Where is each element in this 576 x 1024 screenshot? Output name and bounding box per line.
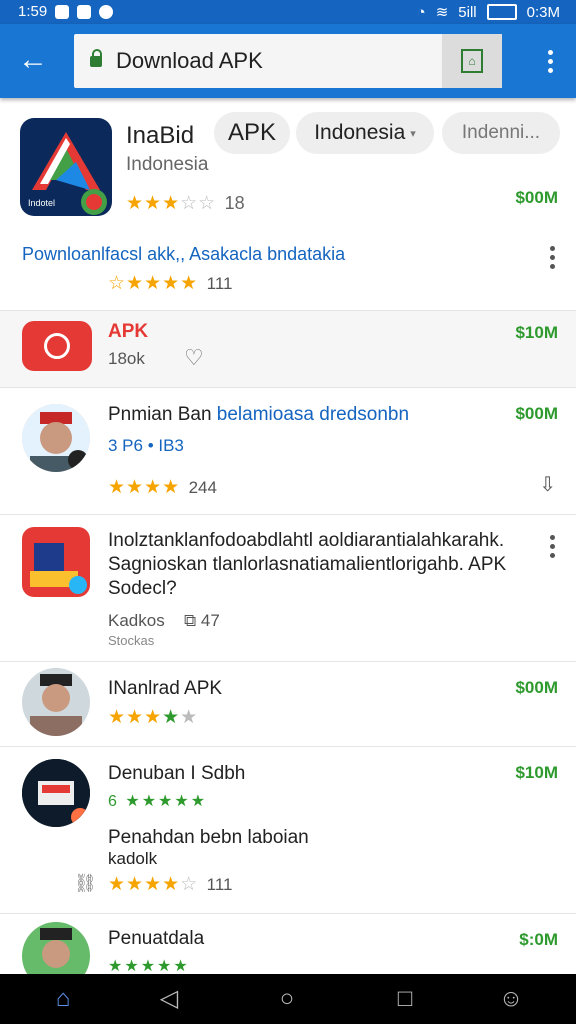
svg-text:Indotel: Indotel bbox=[28, 198, 55, 208]
chevron-down-icon: ▾ bbox=[410, 127, 416, 140]
avatar-image bbox=[22, 922, 90, 974]
rating-stars: ★★★★☆ bbox=[108, 874, 199, 895]
item-count: ⧉ 47 bbox=[184, 611, 220, 631]
app-subtitle: Indonesia bbox=[126, 154, 209, 175]
bookmark-icon: ⌂ bbox=[461, 49, 483, 73]
item-title: Penuatdala bbox=[108, 928, 205, 949]
share-icon: ⧉ bbox=[184, 611, 197, 630]
item-title: Inolztanklanfodoabdlahtl aoldiarantialah… bbox=[108, 530, 507, 599]
profile-icon[interactable]: ☺ bbox=[496, 984, 526, 1014]
item-price[interactable]: $00M bbox=[515, 678, 558, 698]
list-item[interactable]: Penuatdala ★★★★★ $:0M bbox=[0, 914, 576, 974]
back-arrow-icon[interactable]: ← bbox=[18, 45, 48, 75]
app-logo-icon bbox=[30, 543, 87, 594]
battery-time: 0:3M bbox=[526, 3, 560, 21]
bookmark-button[interactable]: ⌂ bbox=[442, 34, 502, 88]
more-vert-icon[interactable] bbox=[548, 50, 554, 77]
item-title-main: Pnmian Ban bbox=[108, 404, 212, 425]
item-title: Denuban I Sdbh bbox=[108, 763, 246, 784]
item-count-value: 47 bbox=[200, 611, 220, 630]
highlight-title: APK bbox=[108, 321, 149, 342]
avatar-image bbox=[22, 404, 90, 472]
rating-count: 244 bbox=[188, 478, 217, 497]
circle-home-icon[interactable]: ○ bbox=[272, 984, 302, 1014]
list-item[interactable]: INanlrad APK ★★★★★ $00M bbox=[0, 662, 576, 747]
app-icon[interactable]: Indotel bbox=[20, 118, 112, 216]
app-price[interactable]: $00M bbox=[515, 188, 558, 208]
bottom-nav-bar: ⌂ ◁ ○ □ ☺ bbox=[0, 974, 576, 1024]
rating-stars: ★★★★ bbox=[108, 477, 181, 498]
link-icon[interactable]: ⛓ bbox=[74, 873, 97, 894]
promo-title[interactable]: Pownloanlfacsl akk,, Asakacla bndatakia bbox=[22, 244, 345, 265]
item-meta: 3 P6 • IB3 bbox=[108, 436, 184, 455]
rating-stars: ★★★☆☆ bbox=[126, 193, 217, 214]
item-subtitle-2: kadolk bbox=[108, 849, 158, 868]
rating-stars: ☆★★★★ bbox=[108, 273, 199, 294]
item-rating: ★★★★☆ 111 bbox=[108, 873, 232, 896]
avatar-image bbox=[22, 759, 90, 827]
chip-apk[interactable]: APK bbox=[214, 112, 290, 154]
wifi-icon: ≋ bbox=[435, 4, 449, 21]
heart-icon[interactable]: ♡ bbox=[184, 345, 204, 371]
item-price[interactable]: $10M bbox=[515, 763, 558, 783]
lock-icon bbox=[90, 48, 102, 67]
app-name: InaBid bbox=[126, 122, 195, 149]
notification-icon bbox=[99, 4, 114, 19]
notification-icon bbox=[55, 4, 70, 19]
promo-rating: ☆★★★★ 111 bbox=[108, 272, 232, 295]
avatar bbox=[22, 922, 90, 974]
triangle-back-icon[interactable]: ◁ bbox=[154, 984, 184, 1014]
item-subtitle: Penahdan bebn laboian bbox=[108, 827, 309, 848]
app-rating: ★★★☆☆ 18 bbox=[126, 192, 245, 215]
rating-count: 111 bbox=[206, 875, 233, 894]
item-meta: Kadkos bbox=[108, 611, 165, 630]
more-vert-icon[interactable] bbox=[550, 535, 556, 562]
home-icon[interactable]: ⌂ bbox=[48, 984, 78, 1014]
highlight-row[interactable]: APK 18ok ♡ $10M bbox=[0, 311, 576, 388]
item-title: Pnmian Ban belamioasa dredsonbn bbox=[108, 404, 409, 426]
url-bar[interactable]: Download APK ⌂ bbox=[74, 34, 502, 88]
green-rating-stars: ★★★★★ bbox=[108, 958, 190, 974]
item-extra: Stockas bbox=[108, 633, 155, 648]
avatar bbox=[22, 668, 90, 736]
download-icon[interactable]: ⇩ bbox=[539, 472, 556, 497]
more-vert-icon[interactable] bbox=[550, 246, 556, 273]
battery-icon bbox=[486, 4, 517, 20]
item-price[interactable]: $:0M bbox=[519, 930, 558, 950]
highlight-price[interactable]: $10M bbox=[515, 323, 558, 343]
app-header: Indotel InaBid APK Indonesia ▾ Indenni..… bbox=[0, 104, 576, 234]
promo-row[interactable]: Pownloanlfacsl akk,, Asakacla bndatakia … bbox=[0, 234, 576, 311]
green-rating-stars: 6 ★★★★★ bbox=[108, 793, 208, 810]
app-toolbar: ← Download APK ⌂ bbox=[0, 24, 576, 98]
play-icon bbox=[44, 333, 70, 359]
notification-icon bbox=[77, 4, 92, 19]
app-icon bbox=[22, 527, 90, 597]
chip-country-label: Indonesia bbox=[314, 121, 406, 144]
list-item[interactable]: Denuban I Sdbh 6 ★★★★★ Penahdan bebn lab… bbox=[0, 747, 576, 914]
rating-count: 18 bbox=[224, 193, 245, 213]
avatar bbox=[22, 404, 90, 472]
item-title-blue: belamioasa dredsonbn bbox=[216, 404, 410, 425]
item-rating: ★★★★ 244 bbox=[108, 476, 217, 499]
chip-country[interactable]: Indonesia ▾ bbox=[296, 112, 434, 154]
avatar bbox=[22, 759, 90, 827]
square-recents-icon[interactable]: □ bbox=[390, 984, 420, 1014]
alarm-icon: ◔ bbox=[416, 3, 426, 21]
chip-more[interactable]: Indenni... bbox=[442, 112, 560, 154]
app-logo-icon: Indotel bbox=[28, 132, 107, 215]
highlight-sub: 18ok bbox=[108, 349, 145, 368]
list-item[interactable]: Pnmian Ban belamioasa dredsonbn 3 P6 • I… bbox=[0, 388, 576, 515]
item-title: INanlrad APK bbox=[108, 678, 223, 699]
signal-text: 5ill bbox=[458, 3, 477, 21]
rating-stars: ★★★★★ bbox=[108, 707, 199, 728]
item-rating: ★★★★★ bbox=[108, 706, 198, 729]
video-app-icon bbox=[22, 321, 92, 371]
list-item[interactable]: Inolztanklanfodoabdlahtl aoldiarantialah… bbox=[0, 515, 576, 662]
clock: 1:59 bbox=[18, 3, 48, 20]
promo-count: 111 bbox=[206, 274, 233, 293]
url-text[interactable]: Download APK bbox=[116, 48, 442, 74]
status-bar: 1:59 ◔ ≋ 5ill 0:3M bbox=[0, 0, 576, 24]
item-price[interactable]: $00M bbox=[515, 404, 558, 424]
avatar-image bbox=[22, 668, 90, 736]
